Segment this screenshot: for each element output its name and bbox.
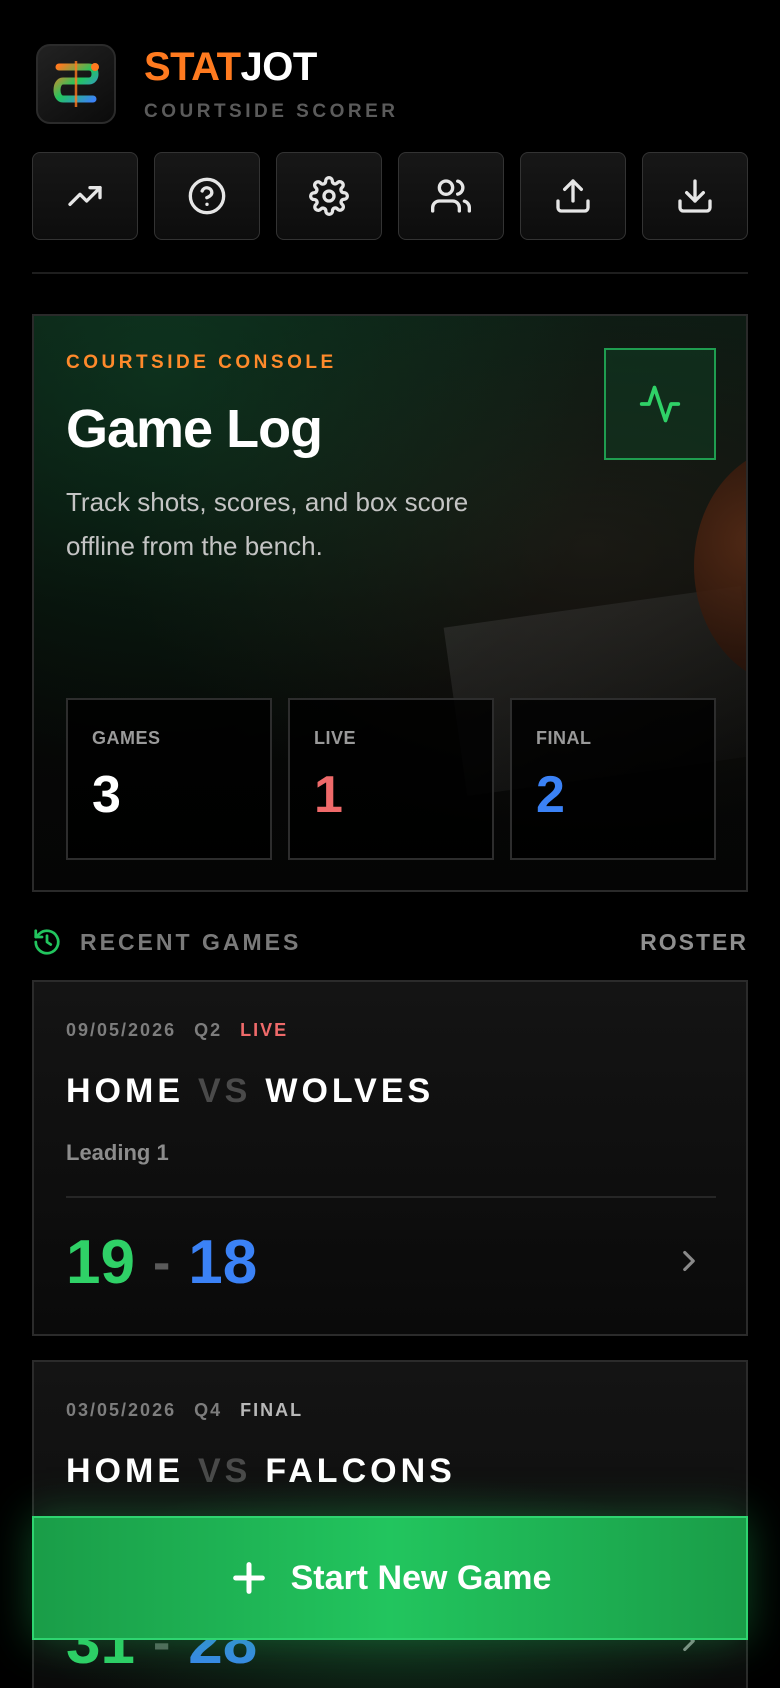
stat-card-live: LIVE 1 xyxy=(288,698,494,860)
game-quarter: Q4 xyxy=(194,1400,223,1420)
brand-block: STATJOT COURTSIDE SCORER xyxy=(144,45,398,123)
recent-games-title: RECENT GAMES xyxy=(80,928,302,955)
app-header: STATJOT COURTSIDE SCORER xyxy=(36,44,398,124)
away-team: WOLVES xyxy=(265,1072,435,1110)
settings-button[interactable] xyxy=(276,152,382,240)
toolbar xyxy=(32,152,748,240)
trends-button[interactable] xyxy=(32,152,138,240)
game-note: Leading 1 xyxy=(66,1140,169,1165)
start-new-game-button[interactable]: Start New Game xyxy=(32,1516,748,1640)
game-card[interactable]: 09/05/2026 Q2 LIVE HOME VS WOLVES Leading … xyxy=(32,980,748,1336)
trending-up-icon xyxy=(68,186,102,206)
app-screen: STATJOT COURTSIDE SCORER COURTSIDE CONSO… xyxy=(0,0,780,1688)
recent-games-title-group: RECENT GAMES xyxy=(32,927,301,957)
help-circle-icon xyxy=(188,177,226,215)
gear-icon xyxy=(309,176,349,216)
stat-card-games: GAMES 3 xyxy=(66,698,272,860)
stats-row: GAMES 3 LIVE 1 FINAL 2 xyxy=(66,698,716,860)
game-date: 03/05/2026 xyxy=(66,1400,177,1420)
hero-kicker: COURTSIDE CONSOLE xyxy=(66,352,337,373)
import-button[interactable] xyxy=(642,152,748,240)
app-name-stat: STAT xyxy=(144,45,241,89)
activity-pulse-icon xyxy=(639,385,681,423)
app-subtitle: COURTSIDE SCORER xyxy=(144,101,399,122)
hero-panel: COURTSIDE CONSOLE Game Log Track shots, … xyxy=(32,314,748,892)
app-name: STATJOT xyxy=(144,45,398,89)
score-separator: - xyxy=(152,1234,171,1292)
status-badge: FINAL xyxy=(240,1400,304,1420)
roster-link[interactable]: ROSTER xyxy=(640,929,748,956)
status-badge: LIVE xyxy=(240,1020,289,1040)
users-icon xyxy=(431,179,471,213)
app-name-jot: JOT xyxy=(240,45,318,89)
away-score: 18 xyxy=(188,1228,258,1297)
game-meta: 03/05/2026 Q4 FINAL xyxy=(66,1400,303,1421)
team-button[interactable] xyxy=(398,152,504,240)
card-divider xyxy=(66,1196,716,1198)
download-icon xyxy=(678,179,712,213)
page-title: Game Log xyxy=(66,399,323,459)
activity-button[interactable] xyxy=(604,348,716,460)
help-button[interactable] xyxy=(154,152,260,240)
app-logo xyxy=(36,44,116,124)
game-quarter: Q2 xyxy=(194,1020,223,1040)
vs-label: VS xyxy=(198,1072,252,1110)
upload-icon xyxy=(556,179,590,213)
header-divider xyxy=(32,272,748,274)
stat-label: LIVE xyxy=(314,728,357,748)
stat-label: GAMES xyxy=(92,728,161,748)
home-team: HOME xyxy=(66,1072,184,1110)
export-button[interactable] xyxy=(520,152,626,240)
chevron-right-icon xyxy=(683,1250,695,1272)
history-icon xyxy=(34,929,60,955)
hero-description: Track shots, scores, and box score offli… xyxy=(66,487,469,561)
plus-icon xyxy=(232,1562,265,1594)
home-score: 19 xyxy=(66,1228,135,1297)
game-score: 19 - 18 xyxy=(66,1232,257,1294)
stat-value: 1 xyxy=(314,766,343,824)
start-new-game-label: Start New Game xyxy=(290,1558,552,1597)
stat-card-final: FINAL 2 xyxy=(510,698,716,860)
stat-label: FINAL xyxy=(536,728,592,748)
game-matchup: HOME VS WOLVES xyxy=(66,1072,434,1111)
game-date: 09/05/2026 xyxy=(66,1020,177,1040)
stat-value: 2 xyxy=(536,766,565,824)
game-meta: 09/05/2026 Q2 LIVE xyxy=(66,1020,288,1041)
recent-games-header: RECENT GAMES ROSTER xyxy=(32,924,748,960)
stat-value: 3 xyxy=(92,766,121,824)
